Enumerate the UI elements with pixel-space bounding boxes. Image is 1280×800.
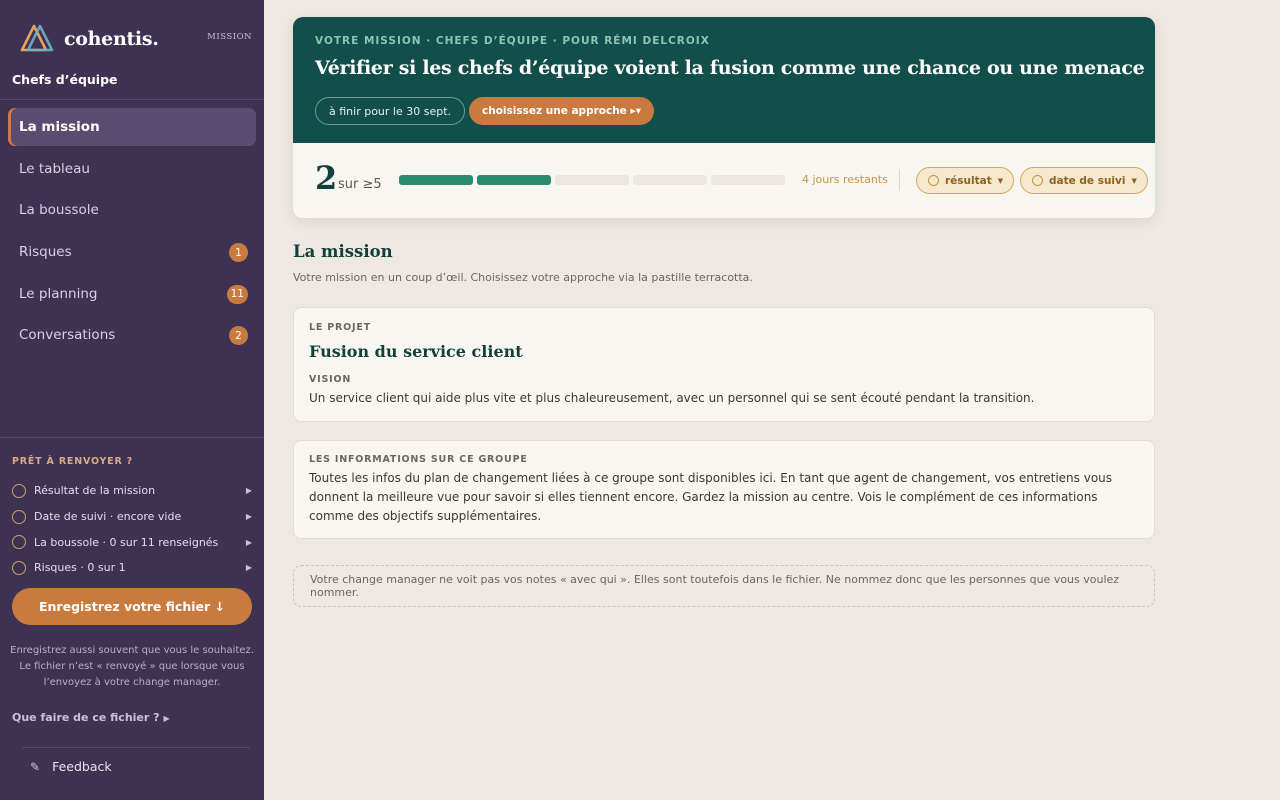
checklist-item[interactable]: Résultat de la mission ▶ [12,478,252,504]
divider [0,99,264,100]
sidebar-item-mission[interactable]: La mission [8,108,256,146]
progress-segment [555,175,629,185]
divider [0,437,264,438]
section-subtitle: Votre mission en un coup d’œil. Choisiss… [293,271,753,284]
chevron-right-icon: ▶ [245,537,252,547]
progress-segment [477,175,551,185]
empty-circle-icon [12,535,26,550]
hero-header: VOTRE MISSION · CHEFS D’ÉQUIPE · POUR RÉ… [293,17,1155,143]
progress-bar-row: 2 sur ≥5 4 jours restants résultat ▼ dat… [293,143,1155,218]
section-title: La mission [293,242,393,261]
hero-kicker: VOTRE MISSION · CHEFS D’ÉQUIPE · POUR RÉ… [315,35,710,47]
sidebar-item-label: Risques [19,244,72,261]
progress-target: sur ≥5 [338,177,382,192]
chevron-right-icon: ▶ [245,512,252,522]
progress-segment [399,175,473,185]
ready-checklist: Résultat de la mission ▶ Date de suivi ·… [12,478,252,581]
checklist-item[interactable]: Risques · 0 sur 1 ▶ [12,555,252,581]
chip-label: date de suivi [1049,174,1126,187]
help-link[interactable]: Que faire de ce fichier ? ▶ [12,711,170,724]
cohentis-logo-icon [20,22,54,56]
checklist-item[interactable]: Date de suivi · encore vide ▶ [12,504,252,530]
sidebar-item-tableau[interactable]: Le tableau [8,150,256,188]
sidebar-item-conversations[interactable]: Conversations 2 [8,316,256,354]
sidebar-item-planning[interactable]: Le planning 11 [8,275,256,313]
mode-tag: MISSION [207,32,252,42]
count-badge: 2 [229,326,248,346]
page-title: Vérifier si les chefs d’équipe voient la… [315,57,1145,79]
sidebar-item-label: Le tableau [19,160,90,177]
sidebar-item-boussole[interactable]: La boussole [8,191,256,229]
save-note: Enregistrez aussi souvent que vous le so… [10,645,254,688]
checklist-item[interactable]: La boussole · 0 sur 11 renseignés ▶ [12,529,252,555]
project-label: LE PROJET [309,322,371,333]
progress-segment [633,175,707,185]
sidebar-item-label: La boussole [19,202,99,219]
progress-count: 2 [315,159,338,197]
pencil-icon: ✎ [30,759,41,774]
chevron-down-icon: ▼ [997,176,1004,185]
sidebar-item-label: Le planning [19,285,98,302]
group-info-card: LES INFORMATIONS SUR CE GROUPE Toutes le… [293,440,1155,539]
group-title: Chefs d’équipe [12,72,118,87]
mission-hero: VOTRE MISSION · CHEFS D’ÉQUIPE · POUR RÉ… [293,17,1155,218]
checklist-label: Résultat de la mission [34,484,156,498]
progress-segments [399,175,789,185]
vision-text: Un service client qui aide plus vite et … [309,391,1035,405]
choose-approach-button[interactable]: choisissez une approche ▸▾ [469,97,655,125]
save-file-button[interactable]: Enregistrez votre fichier ↓ [12,588,252,625]
chip-label: résultat [945,174,992,187]
sidebar: cohentis. MISSION Chefs d’équipe La miss… [0,0,264,800]
chevron-down-icon: ▼ [1131,176,1137,185]
followup-date-chip[interactable]: date de suivi ▼ [1020,167,1148,194]
group-info-label: LES INFORMATIONS SUR CE GROUPE [309,454,528,465]
privacy-note: Votre change manager ne voit pas vos not… [293,565,1155,607]
empty-circle-icon [12,560,26,575]
vision-label: VISION [309,374,352,385]
sidebar-item-label: Conversations [19,327,116,344]
help-link-label: Que faire de ce fichier ? [12,711,160,724]
days-remaining: 4 jours restants [802,173,888,186]
sidebar-nav: La mission Le tableau La boussole Risque… [8,108,256,358]
feedback-button[interactable]: ✎ Feedback [30,759,112,774]
checklist-label: La boussole · 0 sur 11 renseignés [34,535,219,549]
feedback-label: Feedback [52,759,112,774]
count-badge: 1 [229,243,248,263]
due-date-pill: à finir pour le 30 sept. [315,97,466,125]
divider [899,169,900,191]
chevron-right-icon: ▶ [245,563,252,573]
ready-title: PRÊT À RENVOYER ? [12,456,133,467]
empty-circle-icon [12,483,26,498]
checklist-label: Risques · 0 sur 1 [34,561,126,575]
project-card: LE PROJET Fusion du service client VISIO… [293,307,1155,422]
project-name: Fusion du service client [309,342,523,361]
group-info-text: Toutes les infos du plan de changement l… [309,471,1113,523]
progress-segment [711,175,785,185]
empty-circle-icon [928,175,939,186]
result-chip[interactable]: résultat ▼ [916,167,1015,194]
chevron-right-icon: ▶ [245,486,252,496]
sidebar-item-risques[interactable]: Risques 1 [8,233,256,271]
sidebar-item-label: La mission [19,119,100,135]
empty-circle-icon [1032,175,1043,186]
checklist-label: Date de suivi · encore vide [34,510,182,524]
count-badge: 11 [226,284,248,304]
brand[interactable]: cohentis. [20,22,159,56]
chevron-right-icon: ▶ [163,714,170,723]
empty-circle-icon [12,509,26,524]
brand-name: cohentis. [64,28,159,50]
divider [22,747,250,748]
